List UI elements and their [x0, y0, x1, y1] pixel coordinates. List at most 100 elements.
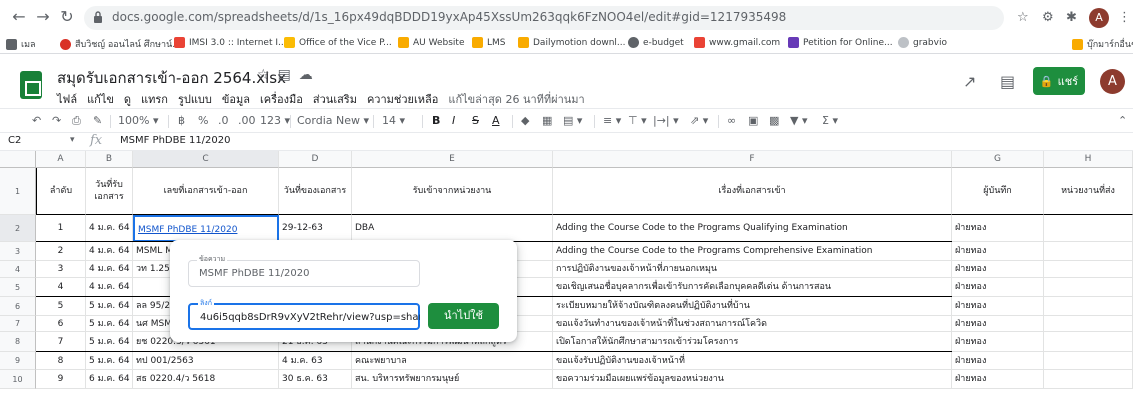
table-cell[interactable]: ฝ่ายทอง — [952, 352, 1044, 370]
table-cell[interactable] — [1044, 352, 1133, 370]
table-cell[interactable] — [1044, 370, 1133, 389]
table-cell[interactable]: ฝ่ายทอง — [952, 297, 1044, 316]
account-avatar[interactable]: A — [1100, 69, 1125, 94]
table-cell[interactable]: ฝ่ายทอง — [952, 370, 1044, 389]
table-cell[interactable]: 30 ธ.ค. 63 — [279, 370, 352, 389]
bookmark-item[interactable]: Petition for Online... — [788, 37, 893, 48]
selected-cell[interactable]: MSMF PhDBE 11/2020 — [133, 215, 279, 242]
table-cell[interactable] — [1044, 278, 1133, 297]
row-header[interactable]: 2 — [0, 215, 36, 242]
table-cell[interactable]: ฝ่ายทอง — [952, 242, 1044, 261]
table-cell[interactable]: ทป 001/2563 — [133, 352, 279, 370]
bookmark-item[interactable]: grabvio — [898, 37, 947, 48]
borders-icon[interactable]: ▦ — [542, 114, 552, 127]
table-cell[interactable]: 6 — [36, 316, 86, 332]
functions-icon[interactable]: Σ ▾ — [822, 114, 838, 127]
last-edit-link[interactable]: แก้ไขล่าสุด 26 นาทีที่ผ่านมา — [448, 90, 584, 108]
row-header[interactable]: 1 — [0, 168, 36, 215]
reload-icon[interactable]: ↻ — [58, 8, 76, 26]
font-select[interactable]: Cordia New ▾ — [297, 114, 369, 127]
vertical-align-icon[interactable]: ⊤ ▾ — [628, 114, 647, 127]
menu-data[interactable]: ข้อมูล — [222, 90, 250, 108]
table-cell[interactable] — [1044, 316, 1133, 332]
text-wrap-icon[interactable]: |→| ▾ — [653, 114, 679, 127]
horizontal-align-icon[interactable]: ≡ ▾ — [603, 114, 621, 127]
percent-button[interactable]: % — [198, 114, 208, 127]
more-formats-select[interactable]: 123 ▾ — [260, 114, 290, 127]
table-cell[interactable]: 5 — [36, 297, 86, 316]
name-box[interactable]: C2 — [8, 135, 21, 146]
activity-trend-icon[interactable]: ↗ — [963, 72, 976, 91]
table-cell[interactable]: สน. บริหารทรัพยากรมนุษย์ — [352, 370, 553, 389]
table-cell[interactable]: 7 — [36, 332, 86, 352]
table-cell[interactable]: คณะพยาบาล — [352, 352, 553, 370]
table-cell[interactable]: 9 — [36, 370, 86, 389]
column-header-g[interactable]: G — [952, 151, 1044, 168]
bookmark-apps[interactable]: เมล — [6, 37, 36, 51]
currency-button[interactable]: ฿ — [178, 114, 185, 127]
table-cell[interactable] — [1044, 297, 1133, 316]
table-cell[interactable]: ขอความร่วมมือเผยแพร่ข้อมูลของหน่วยงาน — [553, 370, 952, 389]
row-header[interactable]: 10 — [0, 370, 36, 389]
address-bar[interactable]: docs.google.com/spreadsheets/d/1s_16px49… — [84, 6, 1004, 30]
table-cell[interactable] — [1044, 215, 1133, 242]
table-cell[interactable] — [1044, 332, 1133, 352]
bookmark-item[interactable]: IMSI 3.0 :: Internet I... — [174, 37, 287, 48]
row-header[interactable]: 9 — [0, 352, 36, 370]
insert-chart-icon[interactable]: ▩ — [769, 114, 779, 127]
table-cell[interactable] — [1044, 242, 1133, 261]
cloud-status-icon[interactable]: ☁ — [299, 67, 321, 83]
table-cell[interactable]: 4 ม.ค. 63 — [279, 352, 352, 370]
menu-addons[interactable]: ส่วนเสริม — [313, 90, 357, 108]
table-cell[interactable]: ฝ่ายทอง — [952, 261, 1044, 278]
row-header[interactable]: 4 — [0, 261, 36, 278]
bookmark-item[interactable]: Dailymotion downl... — [518, 37, 626, 48]
table-cell[interactable]: ฝ่ายทอง — [952, 332, 1044, 352]
table-cell[interactable]: เปิดโอกาสให้นักศึกษาสามารถเข้าร่วมโครงกา… — [553, 332, 952, 352]
table-cell[interactable]: 4 ม.ค. 64 — [86, 242, 133, 261]
table-cell[interactable] — [1044, 261, 1133, 278]
link-text-field[interactable]: ข้อความ MSMF PhDBE 11/2020 — [188, 254, 420, 287]
column-header-h[interactable]: H — [1044, 151, 1133, 168]
collapse-toolbar-icon[interactable]: ⌃ — [1118, 114, 1127, 127]
row-header[interactable]: 3 — [0, 242, 36, 261]
table-cell[interactable]: 5 ม.ค. 64 — [86, 316, 133, 332]
table-cell[interactable]: 4 ม.ค. 64 — [86, 278, 133, 297]
apply-button[interactable]: นำไปใช้ — [428, 303, 499, 329]
row-header[interactable]: 8 — [0, 332, 36, 352]
share-button[interactable]: 🔒 แชร์ — [1033, 67, 1085, 95]
fill-color-icon[interactable]: ◆ — [521, 114, 529, 127]
print-icon[interactable]: ⎙ — [72, 114, 81, 128]
table-cell[interactable]: สธ 0220.4/ว 5618 — [133, 370, 279, 389]
table-cell[interactable]: ขอแจ้งวันทำงานของเจ้าหน้าที่ในช่วงสถานกา… — [553, 316, 952, 332]
table-cell[interactable]: การปฏิบัติงานของเจ้าหน้าที่ภายนอกเหมุน — [553, 261, 952, 278]
bookmark-item[interactable]: e-budget — [628, 37, 684, 48]
column-header-a[interactable]: A — [36, 151, 86, 168]
italic-button[interactable]: I — [452, 114, 455, 127]
table-cell[interactable]: ขอเชิญเสนอชื่อบุคลากรเพื่อเข้ารับการคัดเ… — [553, 278, 952, 297]
table-cell[interactable]: Adding the Course Code to the Programs C… — [553, 242, 952, 261]
more-vert-icon[interactable]: ⋮ — [1118, 10, 1131, 25]
select-all-corner[interactable] — [0, 151, 36, 168]
menu-file[interactable]: ไฟล์ — [57, 90, 77, 108]
header-cell[interactable]: เลขที่เอกสารเข้า-ออก — [133, 168, 279, 215]
table-cell[interactable]: 4 ม.ค. 64 — [86, 261, 133, 278]
insert-link-icon[interactable]: ∞ — [727, 114, 736, 127]
header-cell[interactable]: หน่วยงานที่ส่ง — [1044, 168, 1133, 215]
table-cell[interactable]: 8 — [36, 352, 86, 370]
menu-help[interactable]: ความช่วยเหลือ — [367, 90, 438, 108]
font-size-select[interactable]: 14 ▾ — [382, 114, 405, 127]
column-header-f[interactable]: F — [553, 151, 952, 168]
table-cell[interactable]: ฝ่ายทอง — [952, 215, 1044, 242]
header-cell[interactable]: รับเข้าจากหน่วยงาน — [352, 168, 553, 215]
forward-icon[interactable]: → — [34, 8, 52, 26]
menu-edit[interactable]: แก้ไข — [87, 90, 114, 108]
back-icon[interactable]: ← — [10, 8, 28, 26]
comment-icon[interactable]: ▤ — [1000, 72, 1015, 91]
table-cell[interactable]: ฝ่ายทอง — [952, 278, 1044, 297]
bookmark-item[interactable]: AU Website — [398, 37, 464, 48]
header-cell[interactable]: ผู้บันทึก — [952, 168, 1044, 215]
undo-icon[interactable]: ↶ — [32, 114, 41, 127]
row-header[interactable]: 7 — [0, 316, 36, 332]
column-header-c[interactable]: C — [133, 151, 279, 168]
